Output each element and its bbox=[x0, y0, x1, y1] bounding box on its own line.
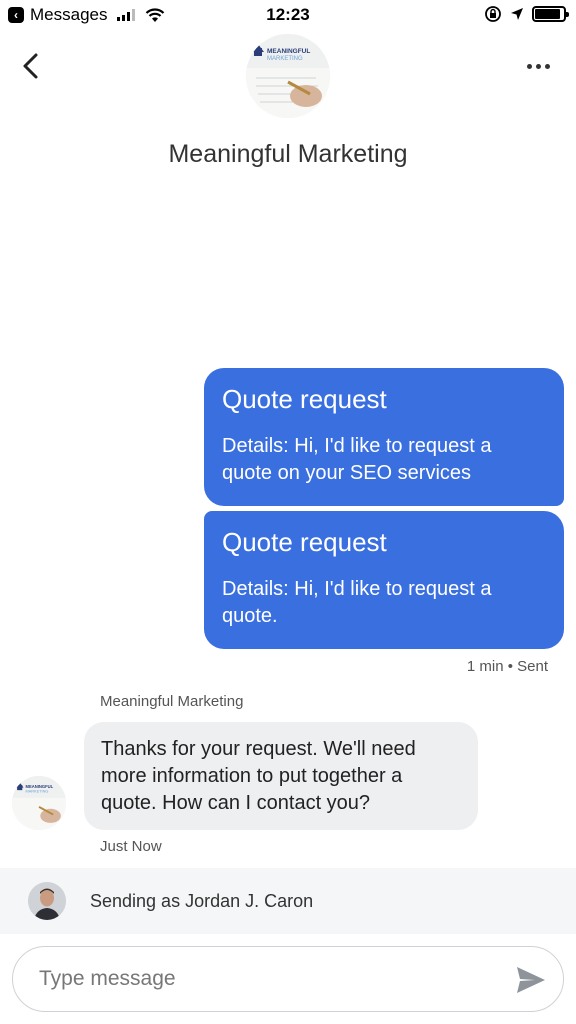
message-input[interactable] bbox=[39, 959, 499, 999]
brand-logo-text: MEANINGFUL bbox=[26, 784, 54, 789]
more-options-button[interactable] bbox=[524, 58, 552, 74]
battery-icon bbox=[532, 6, 569, 22]
status-right bbox=[484, 5, 569, 23]
message-details: Details: Hi, I'd like to request a quote… bbox=[222, 578, 492, 627]
contact-avatar[interactable]: MEANINGFUL MARKETING bbox=[246, 34, 330, 118]
user-avatar bbox=[28, 882, 66, 920]
outgoing-message[interactable]: Quote request Details: Hi, I'd like to r… bbox=[204, 368, 564, 506]
location-icon bbox=[511, 8, 523, 20]
sender-name: Meaningful Marketing bbox=[100, 693, 244, 710]
message-composer bbox=[12, 946, 564, 1012]
send-button[interactable] bbox=[515, 965, 547, 995]
message-title: Quote request bbox=[222, 384, 387, 414]
brand-logo-subtext: MARKETING bbox=[26, 790, 49, 794]
send-icon bbox=[517, 967, 545, 993]
contact-name: Meaningful Marketing bbox=[168, 140, 408, 168]
message-details: Details: Hi, I'd like to request a quote… bbox=[222, 435, 492, 484]
sender-avatar[interactable]: MEANINGFUL MARKETING bbox=[12, 776, 66, 830]
outgoing-message[interactable]: Quote request Details: Hi, I'd like to r… bbox=[204, 511, 564, 649]
brand-logo-image: MEANINGFUL MARKETING bbox=[12, 776, 66, 830]
more-icon bbox=[526, 63, 532, 69]
incoming-message[interactable]: Thanks for your request. We'll need more… bbox=[84, 722, 478, 830]
brand-logo-text: MEANINGFUL bbox=[267, 48, 310, 55]
status-bar: ‹ Messages 12:23 bbox=[0, 0, 576, 30]
back-button[interactable] bbox=[16, 50, 48, 82]
sending-as-label: Sending as Jordan J. Caron bbox=[90, 891, 314, 911]
message-status: 1 min • Sent bbox=[466, 658, 548, 675]
brand-logo-subtext: MARKETING bbox=[267, 56, 303, 62]
brand-logo-image: MEANINGFUL MARKETING bbox=[246, 34, 330, 118]
message-time: Just Now bbox=[100, 838, 162, 855]
orientation-lock-icon bbox=[485, 6, 501, 22]
message-title: Quote request bbox=[222, 527, 387, 557]
sending-as-bar[interactable]: Sending as Jordan J. Caron bbox=[0, 868, 576, 934]
